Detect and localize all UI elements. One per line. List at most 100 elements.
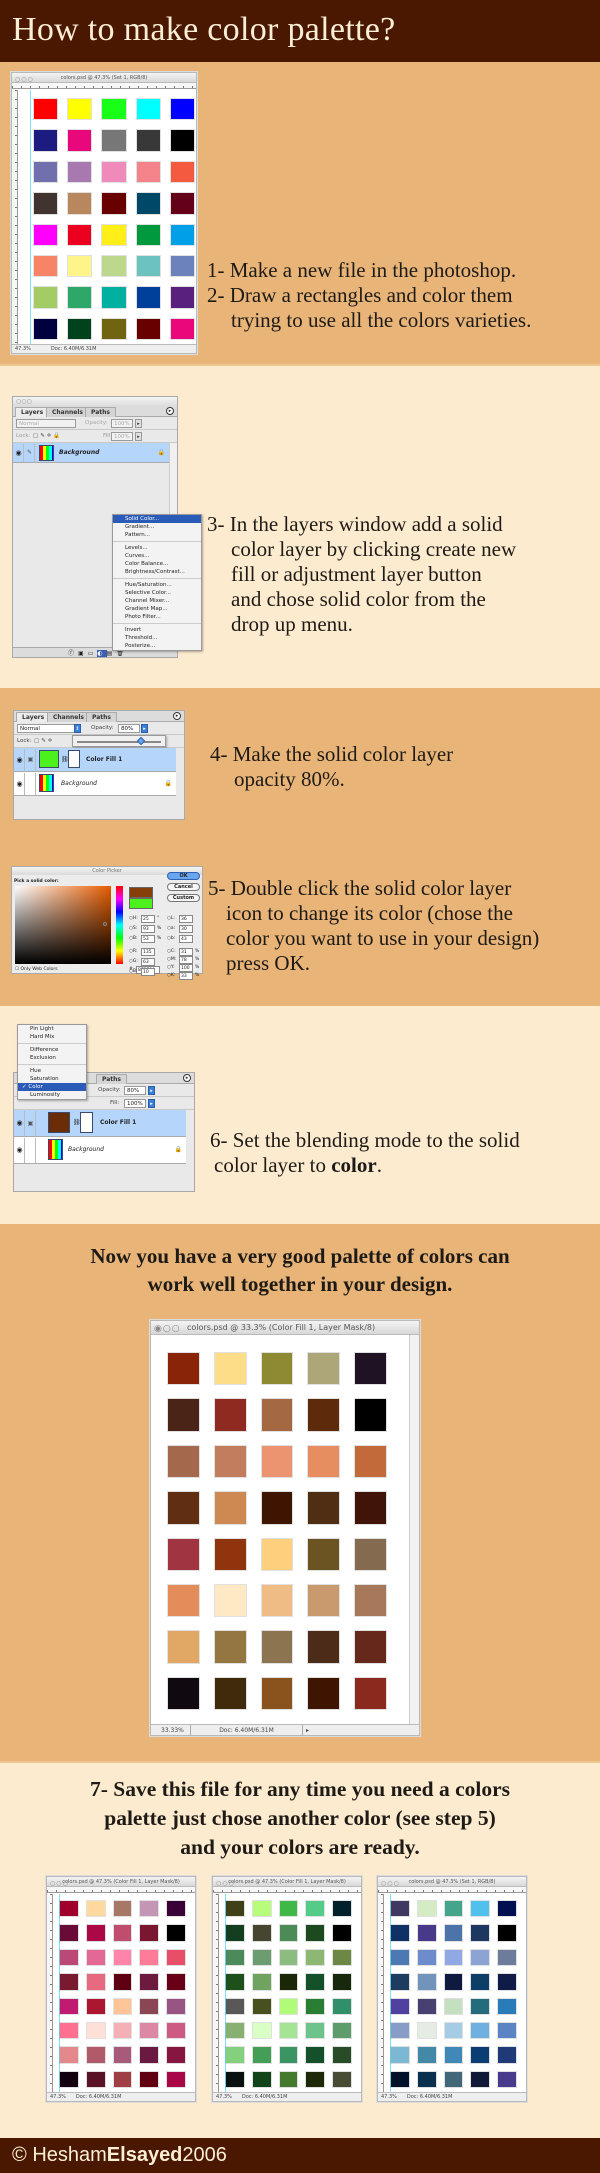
status-menu-arrow-icon[interactable]: ▸ <box>303 1727 309 1734</box>
window-traffic-lights-icon[interactable]: ○○○ <box>216 1879 235 1889</box>
menu-item[interactable]: Saturation <box>18 1075 86 1083</box>
color-mode-radio[interactable]: ○R: <box>129 949 137 954</box>
hue-slider[interactable] <box>116 886 123 964</box>
color-value-input[interactable]: 30 <box>179 925 193 933</box>
color-mode-radio[interactable]: ○b: <box>167 936 175 941</box>
adjustment-layer-button-icon[interactable]: ◐ <box>97 650 107 657</box>
tab-channels[interactable]: Channels <box>47 712 90 722</box>
color-value-input[interactable]: 10 <box>141 968 155 976</box>
window-traffic-lights-icon[interactable]: ◉○○ <box>154 1322 181 1336</box>
menu-item[interactable]: ✓ Color <box>18 1083 86 1091</box>
visibility-eye-icon[interactable]: ◉ <box>15 1138 25 1163</box>
menu-item[interactable]: Hard Mix <box>18 1033 86 1041</box>
window-traffic-lights-icon[interactable]: ○○○ <box>381 1879 400 1889</box>
menu-item[interactable]: Hue/Saturation... <box>113 581 201 589</box>
tab-layers[interactable]: Layers <box>15 407 50 417</box>
color-value-input[interactable]: 33 <box>179 972 193 980</box>
cancel-button[interactable]: Cancel <box>167 883 200 891</box>
menu-item[interactable]: Difference <box>18 1046 86 1054</box>
color-mode-radio[interactable]: ○C: <box>167 949 176 954</box>
menu-item[interactable]: Pattern... <box>113 531 201 539</box>
menu-item[interactable]: Hue <box>18 1067 86 1075</box>
layer-row-background[interactable]: ◉ Background 🔒 <box>14 772 176 796</box>
menu-item[interactable]: Channel Mixer... <box>113 597 201 605</box>
lock-icons[interactable]: ▢✎✛ <box>34 738 54 744</box>
color-value-input[interactable]: 63 <box>141 958 155 966</box>
layer-row-background[interactable]: ◉ ✎ Background 🔒 <box>13 443 169 463</box>
tab-paths[interactable]: Paths <box>86 712 117 722</box>
zoom-level[interactable]: 47.3% <box>47 2094 76 2100</box>
color-mode-radio[interactable]: ○B: <box>129 969 138 974</box>
lock-icons[interactable]: ▢✎✛🔒 <box>33 433 62 439</box>
color-mode-radio[interactable]: ○K: <box>167 973 175 978</box>
layer-row-background[interactable]: ◉ Background 🔒 <box>14 1137 186 1164</box>
tab-paths[interactable]: Paths <box>85 407 116 417</box>
visibility-eye-icon[interactable]: ◉ <box>15 773 25 795</box>
color-mode-radio[interactable]: ○B: <box>129 936 138 941</box>
opacity-arrow-icon[interactable]: ▸ <box>141 724 148 733</box>
menu-item[interactable]: Pin Light <box>18 1025 86 1033</box>
color-mode-radio[interactable]: ○a: <box>167 926 175 931</box>
zoom-level[interactable]: 47.3% <box>378 2094 407 2100</box>
scrollbar[interactable] <box>409 1335 419 1724</box>
visibility-eye-icon[interactable]: ◉ <box>15 1111 25 1136</box>
color-value-input[interactable]: 53 <box>141 935 155 943</box>
fill-color-thumbnail[interactable] <box>39 750 59 768</box>
color-field[interactable] <box>15 886 111 964</box>
menu-item[interactable]: Luminosity <box>18 1091 86 1099</box>
opacity-input[interactable]: 80% <box>118 724 140 733</box>
menu-item[interactable]: Solid Color... <box>113 515 201 523</box>
menu-item[interactable]: Curves... <box>113 552 201 560</box>
color-value-input[interactable]: 78 <box>179 956 193 964</box>
tab-channels[interactable]: Channels <box>46 407 89 417</box>
menu-item[interactable]: Color Balance... <box>113 560 201 568</box>
panel-menu-icon[interactable]: ▸ <box>183 1074 191 1082</box>
menu-item[interactable]: Exclusion <box>18 1054 86 1062</box>
layer-style-icon[interactable]: ⓕ <box>68 650 78 657</box>
color-value-input[interactable]: 25 <box>141 915 155 923</box>
layer-row-color-fill[interactable]: ◉ ▣ ⛓ Color Fill 1 <box>14 748 176 772</box>
fill-input[interactable]: 100% <box>124 1099 146 1108</box>
fill-color-thumbnail[interactable] <box>48 1112 70 1133</box>
window-traffic-lights-icon[interactable]: ○○○ <box>50 1879 69 1889</box>
trash-icon[interactable]: 🗑 <box>116 650 128 657</box>
zoom-level[interactable]: 47.3% <box>12 346 41 352</box>
fill-input[interactable]: 100% <box>111 432 133 441</box>
color-value-input[interactable]: 43 <box>179 935 193 943</box>
layer-mask-thumbnail[interactable] <box>68 750 80 768</box>
layer-mask-thumbnail[interactable] <box>80 1112 93 1133</box>
window-traffic-lights-icon[interactable]: ○○○ <box>15 75 34 85</box>
color-mode-radio[interactable]: ○G: <box>129 959 138 964</box>
color-mode-radio[interactable]: ○H: <box>129 916 138 921</box>
panel-menu-icon[interactable]: ▸ <box>166 407 174 415</box>
link-slot[interactable] <box>26 1138 36 1163</box>
menu-item[interactable]: Gradient Map... <box>113 605 201 613</box>
zoom-level[interactable]: 33.33% <box>151 1725 191 1736</box>
color-value-input[interactable]: 36 <box>179 915 193 923</box>
color-mode-radio[interactable]: ○S: <box>129 926 137 931</box>
slider-track[interactable] <box>77 741 161 743</box>
current-color-swatch[interactable] <box>129 898 153 909</box>
color-selector-ring[interactable] <box>103 922 107 926</box>
blend-mode-stepper-icon[interactable]: ⇕ <box>74 724 81 733</box>
visibility-eye-icon[interactable]: ◉ <box>15 749 25 771</box>
color-value-input[interactable]: 31 <box>179 948 193 956</box>
custom-button[interactable]: Custom <box>167 894 200 902</box>
ok-button[interactable]: OK <box>167 872 200 880</box>
mask-icon[interactable]: ▣ <box>78 650 88 657</box>
new-layer-icon[interactable]: ▤ <box>107 650 117 657</box>
opacity-arrow-icon[interactable]: ▸ <box>148 1086 155 1095</box>
menu-item[interactable]: Brightness/Contrast... <box>113 568 201 576</box>
color-value-input[interactable]: 135 <box>141 948 155 956</box>
color-mode-radio[interactable]: ○L: <box>167 916 175 921</box>
menu-item[interactable]: Invert <box>113 626 201 634</box>
zoom-level[interactable]: 47.3% <box>213 2094 242 2100</box>
fill-arrow-icon[interactable]: ▸ <box>148 1099 155 1108</box>
color-value-input[interactable]: 93 <box>141 925 155 933</box>
color-value-input[interactable]: 100 <box>179 964 193 972</box>
menu-item[interactable]: Selective Color... <box>113 589 201 597</box>
new-group-icon[interactable]: ▭ <box>88 650 98 657</box>
menu-item[interactable]: Gradient... <box>113 523 201 531</box>
link-slot[interactable] <box>26 773 36 795</box>
menu-item[interactable]: Threshold... <box>113 634 201 642</box>
